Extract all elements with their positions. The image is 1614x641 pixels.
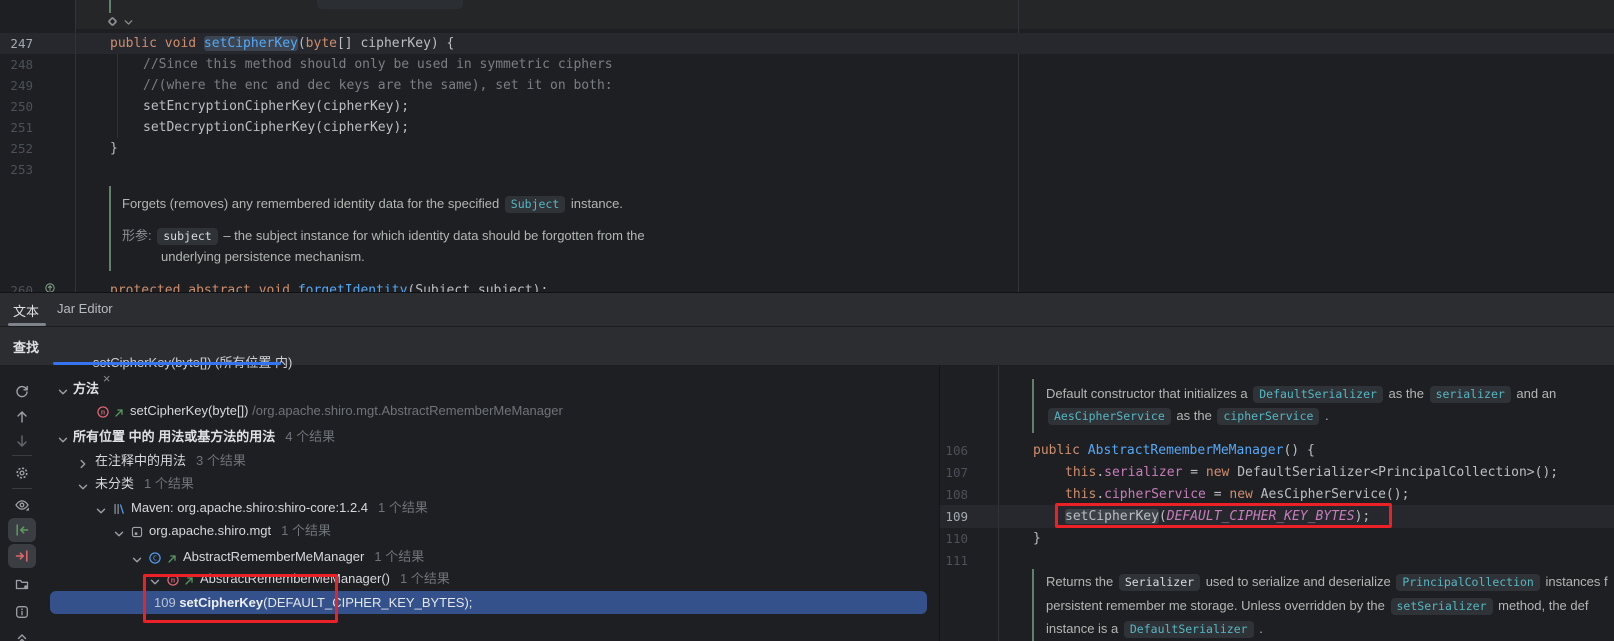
line-number: 111 — [940, 550, 968, 571]
jump-arrow-icon — [113, 404, 125, 426]
tree-row-label: Maven: org.apache.shiro:shiro-core:1.2.4… — [131, 497, 428, 519]
usage-tree-row[interactable]: 方法 — [44, 378, 939, 400]
package-icon — [130, 524, 144, 546]
tree-row-label: 未分类1 个结果 — [95, 473, 194, 495]
usage-tree-row[interactable]: 未分类1 个结果 — [44, 473, 939, 495]
usage-tree-row[interactable]: C AbstractRememberMeManager1 个结果 — [44, 546, 939, 568]
tree-row-label: AbstractRememberMeManager()1 个结果 — [200, 568, 450, 590]
usages-tree: 方法 m setCipherKey(byte[]) /org.apache.shir… — [0, 1, 939, 641]
code-line: this.serializer = new DefaultSerializer<… — [1065, 462, 1558, 483]
tree-row-label: AbstractRememberMeManager1 个结果 — [183, 546, 424, 568]
line-number: 107 — [940, 462, 968, 483]
svg-text:m: m — [171, 577, 175, 585]
doc-line: Default constructor that initializes a D… — [1046, 383, 1556, 404]
tree-row-label: 109 setCipherKey(DEFAULT_CIPHER_KEY_BYTE… — [154, 591, 472, 614]
doc-line: Returns the Serializer used to serialize… — [1046, 571, 1608, 592]
svg-text:m: m — [101, 409, 105, 417]
doc-line: instance is a DefaultSerializer . — [1046, 618, 1263, 639]
code-line: } — [1033, 528, 1041, 549]
chevron-down-icon[interactable] — [113, 525, 125, 547]
svg-text:C: C — [153, 555, 157, 563]
tree-row-label: org.apache.shiro.mgt1 个结果 — [149, 520, 331, 542]
doc-comment-guide — [1032, 379, 1034, 433]
usage-tree-row[interactable]: m AbstractRememberMeManager()1 个结果 — [44, 568, 939, 590]
code-line: public AbstractRememberMeManager() { — [1033, 440, 1315, 461]
code-lines: 106 public AbstractRememberMeManager() { 1… — [940, 1, 1614, 641]
doc-comment-guide — [1032, 569, 1034, 641]
usage-preview-editor: 106 public AbstractRememberMeManager() { 1… — [940, 1, 1614, 641]
usage-tree-row[interactable]: m setCipherKey(byte[]) /org.apache.shiro.… — [44, 400, 939, 422]
tree-row-label: 所有位置 中的 用法或基方法的用法4 个结果 — [73, 426, 335, 448]
tree-row-label: setCipherKey(byte[]) /org.apache.shiro.m… — [130, 400, 563, 422]
usage-result-row-selected[interactable]: 109 setCipherKey(DEFAULT_CIPHER_KEY_BYTE… — [44, 591, 939, 614]
tree-row-label: 在注释中的用法3 个结果 — [95, 450, 246, 472]
ide-window: 247public void setCipherKey(byte[] ciphe… — [0, 0, 1614, 641]
usage-tree-row[interactable]: 在注释中的用法3 个结果 — [44, 450, 939, 472]
usage-tree-row[interactable]: 所有位置 中的 用法或基方法的用法4 个结果 — [44, 426, 939, 448]
doc-line: AesCipherService as the cipherService . — [1046, 405, 1329, 426]
code-line: this.cipherService = new AesCipherServic… — [1065, 484, 1409, 505]
tree-row-label: 方法 — [73, 378, 99, 400]
usage-tree-row[interactable]: Maven: org.apache.shiro:shiro-core:1.2.4… — [44, 497, 939, 519]
code-line: setCipherKey(DEFAULT_CIPHER_KEY_BYTES); — [1065, 506, 1370, 527]
line-number: 108 — [940, 484, 968, 505]
doc-line: persistent remember me storage. Unless o… — [1046, 595, 1588, 616]
usage-tree-row[interactable]: org.apache.shiro.mgt1 个结果 — [44, 520, 939, 542]
method-icon: m — [96, 404, 110, 426]
line-number: 109 — [940, 506, 968, 527]
line-number: 106 — [940, 440, 968, 461]
line-number: 110 — [940, 528, 968, 549]
find-tool-window: 文本 Jar Editor 查找 setCipherKey(byte[]) (所… — [0, 292, 1614, 641]
